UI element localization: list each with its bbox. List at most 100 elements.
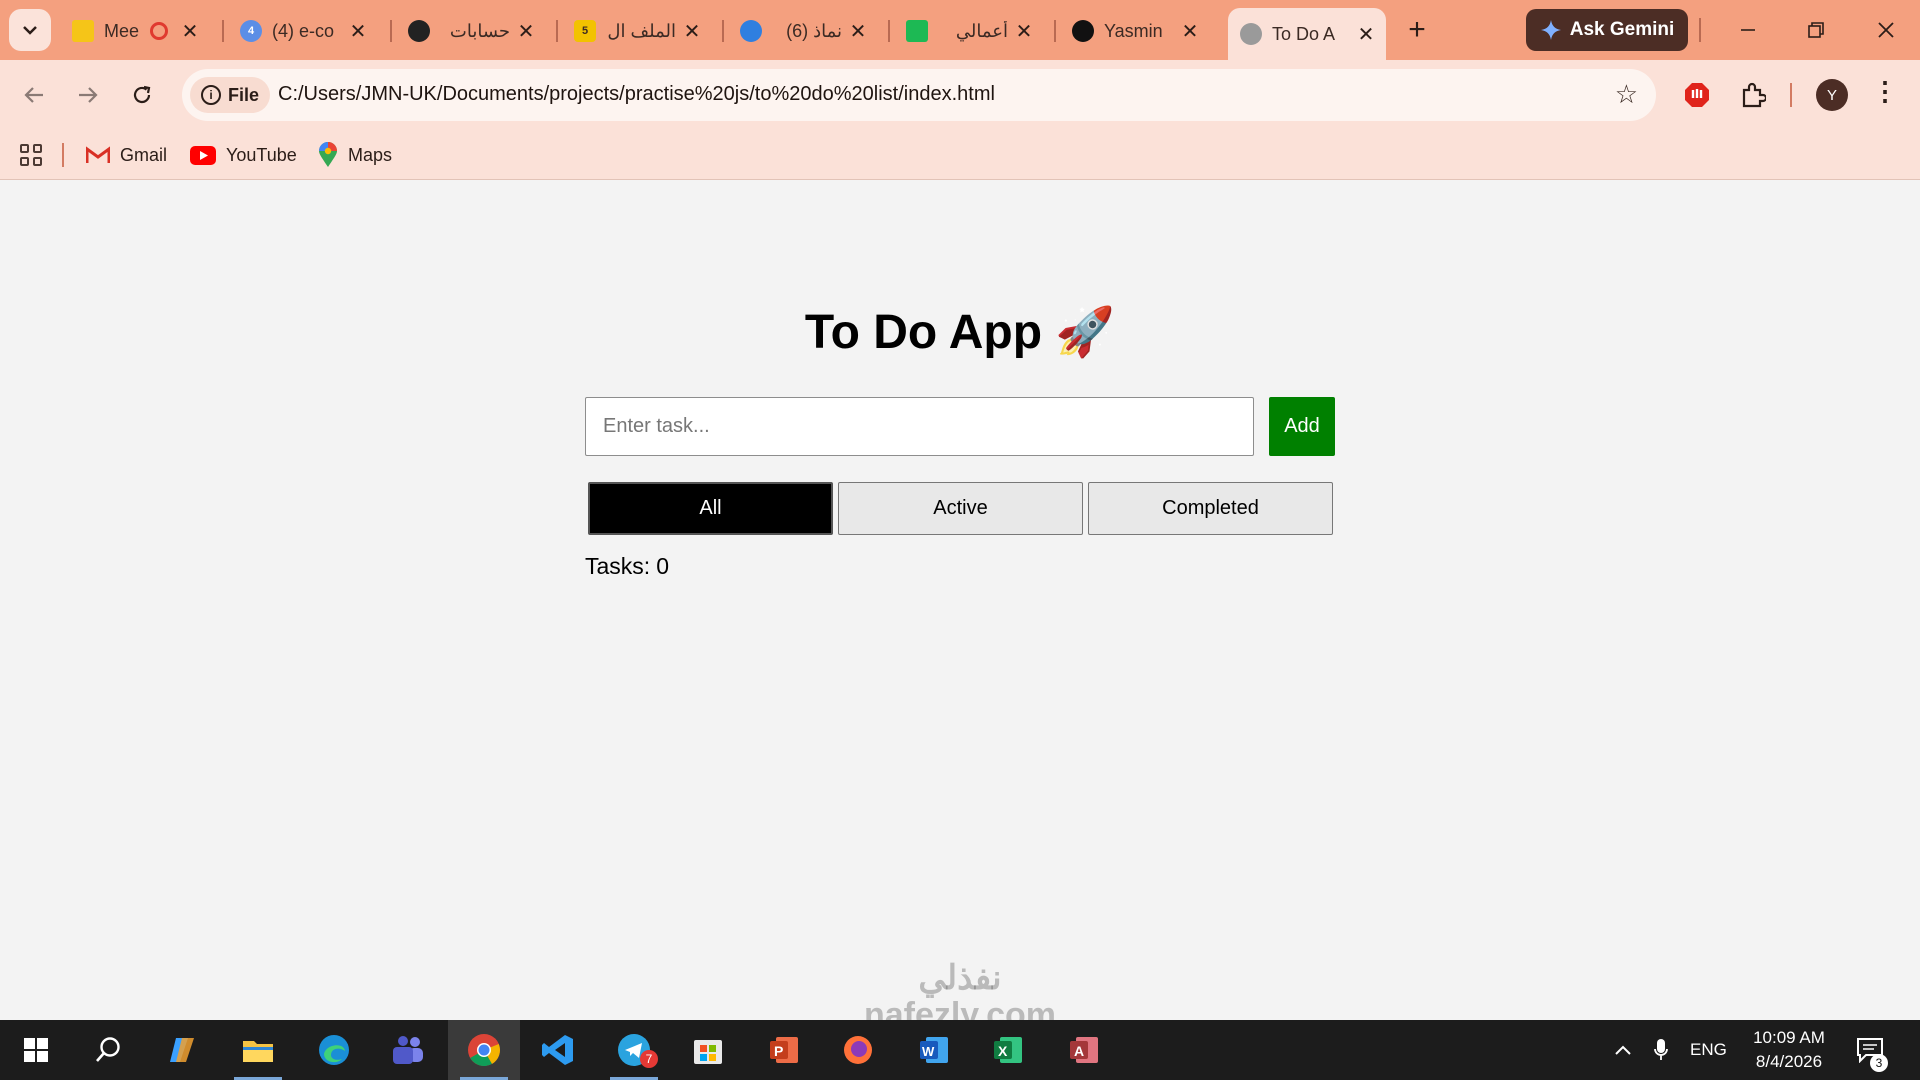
start-button[interactable] — [0, 1020, 72, 1080]
tab-title: Yasmin — [1104, 20, 1163, 41]
tray-language[interactable]: ENG — [1690, 1020, 1727, 1080]
microphone-icon — [1654, 1039, 1668, 1060]
tab-6[interactable]: أعمالي ✕ — [894, 10, 1044, 52]
taskbar-search-button[interactable] — [72, 1020, 144, 1080]
task-input[interactable] — [585, 397, 1254, 456]
close-icon[interactable]: ✕ — [180, 19, 200, 44]
bookmark-maps[interactable]: Maps — [318, 140, 392, 170]
close-window-button[interactable] — [1856, 10, 1916, 50]
tray-notifications[interactable]: 3 — [1856, 1020, 1888, 1080]
bookmark-gmail[interactable]: Gmail — [86, 140, 167, 170]
taskbar-file-explorer[interactable] — [222, 1020, 294, 1080]
folder-icon — [243, 1041, 273, 1062]
forward-button[interactable] — [68, 75, 108, 115]
taskbar-telegram[interactable]: 7 — [598, 1020, 670, 1080]
firefox-icon — [844, 1036, 872, 1064]
taskbar-store[interactable] — [672, 1020, 744, 1080]
avatar-letter: Y — [1826, 86, 1837, 104]
app-title: To Do App 🚀 — [0, 303, 1920, 360]
tab-search-button[interactable] — [9, 9, 51, 51]
taskbar-access[interactable]: A — [1048, 1020, 1120, 1080]
rocket-icon: 🚀 — [1055, 306, 1116, 359]
language-indicator: ENG — [1690, 1040, 1727, 1059]
filter-active-button[interactable]: Active — [838, 482, 1083, 535]
bookmark-youtube[interactable]: YouTube — [190, 140, 297, 170]
tray-microphone[interactable] — [1654, 1020, 1668, 1080]
profile-avatar[interactable]: Y — [1816, 79, 1848, 111]
swirl-icon — [740, 20, 762, 42]
taskbar-firefox[interactable] — [822, 1020, 894, 1080]
filter-completed-button[interactable]: Completed — [1088, 482, 1333, 535]
tab-7[interactable]: Yasmin ✕ — [1060, 10, 1210, 52]
apps-grid-icon[interactable] — [20, 144, 42, 166]
site-info-chip[interactable]: i File — [190, 77, 270, 113]
recording-icon — [150, 22, 168, 40]
taskbar-edge[interactable] — [298, 1020, 370, 1080]
stop-shield-icon — [1685, 83, 1709, 107]
tab-4[interactable]: 5 الملف ال ✕ — [562, 10, 712, 52]
gemini-sparkle-icon — [1540, 20, 1561, 40]
tasks-count-value: 0 — [656, 553, 669, 579]
task-counter: Tasks: 0 — [585, 553, 669, 580]
tab-badge: 5 — [581, 25, 589, 37]
ask-gemini-button[interactable]: Ask Gemini — [1526, 9, 1688, 51]
bookmarks-bar: Gmail YouTube Maps — [0, 130, 1920, 180]
youtube-icon — [190, 145, 216, 165]
globe-icon: 4 — [240, 20, 262, 42]
reload-icon — [133, 85, 151, 104]
taskbar-excel[interactable]: X — [972, 1020, 1044, 1080]
close-icon[interactable]: ✕ — [516, 19, 536, 44]
extensions-button[interactable] — [1736, 78, 1770, 112]
browser-toolbar: i File C:/Users/JMN-UK/Documents/project… — [0, 60, 1920, 130]
back-button[interactable] — [14, 75, 54, 115]
close-icon[interactable]: ✕ — [1180, 19, 1200, 44]
taskbar-powerpoint[interactable]: P — [748, 1020, 820, 1080]
taskbar-vscode[interactable] — [522, 1020, 594, 1080]
k-logo-icon — [906, 20, 928, 42]
new-tab-button[interactable]: + — [1402, 12, 1432, 48]
tab-title: To Do A — [1272, 23, 1336, 44]
adblock-extension-button[interactable] — [1680, 78, 1714, 112]
excel-icon: X — [994, 1037, 1022, 1063]
add-task-button[interactable]: Add — [1269, 397, 1335, 456]
tray-show-hidden[interactable] — [1614, 1020, 1632, 1080]
tab-active-todo[interactable]: To Do A ✕ — [1228, 8, 1386, 60]
taskbar-word[interactable]: W — [898, 1020, 970, 1080]
tab-5[interactable]: (6) نماذ ✕ — [728, 10, 878, 52]
chevron-down-icon — [23, 26, 37, 35]
tab-title: Mee — [104, 20, 140, 41]
tab-title: أعمالي — [955, 20, 1008, 41]
taskbar-copilot[interactable] — [148, 1020, 220, 1080]
taskbar-clock[interactable]: 10:09 AM 8/4/2026 — [1746, 1026, 1832, 1074]
minimize-button[interactable] — [1718, 10, 1778, 50]
windows-logo-icon — [24, 1038, 48, 1062]
restore-button[interactable] — [1786, 10, 1846, 50]
filter-all-button[interactable]: All — [588, 482, 833, 535]
close-icon[interactable]: ✕ — [848, 19, 868, 44]
clock-time: 10:09 AM — [1753, 1028, 1825, 1047]
url-text[interactable]: C:/Users/JMN-UK/Documents/projects/pract… — [278, 83, 995, 106]
restore-icon — [1808, 22, 1824, 38]
close-icon[interactable]: ✕ — [1014, 19, 1034, 44]
tab-separator — [722, 20, 724, 42]
address-bar[interactable]: i File C:/Users/JMN-UK/Documents/project… — [182, 69, 1656, 121]
close-icon[interactable]: ✕ — [1356, 22, 1376, 47]
taskbar-chrome[interactable] — [448, 1020, 520, 1080]
site-chip-label: File — [227, 84, 259, 105]
browser-menu-button[interactable]: ⋮ — [1872, 76, 1898, 107]
bookmark-star-icon[interactable]: ☆ — [1615, 79, 1638, 110]
tab-2[interactable]: 4 (4) e-co ✕ — [228, 10, 378, 52]
watermark-arabic: نفذلي — [918, 959, 1002, 997]
gemini-separator — [1699, 18, 1701, 42]
close-icon[interactable]: ✕ — [348, 19, 368, 44]
close-icon[interactable]: ✕ — [682, 19, 702, 44]
minimize-icon — [1741, 29, 1755, 31]
globe-icon — [1240, 23, 1262, 45]
tab-1[interactable]: Mee ✕ — [60, 10, 210, 52]
tab-3[interactable]: حسابات ✕ — [396, 10, 546, 52]
number-icon: 5 — [574, 20, 596, 42]
svg-text:X: X — [998, 1043, 1008, 1059]
toolbar-separator — [1790, 83, 1792, 107]
taskbar-teams[interactable] — [372, 1020, 444, 1080]
reload-button[interactable] — [122, 75, 162, 115]
